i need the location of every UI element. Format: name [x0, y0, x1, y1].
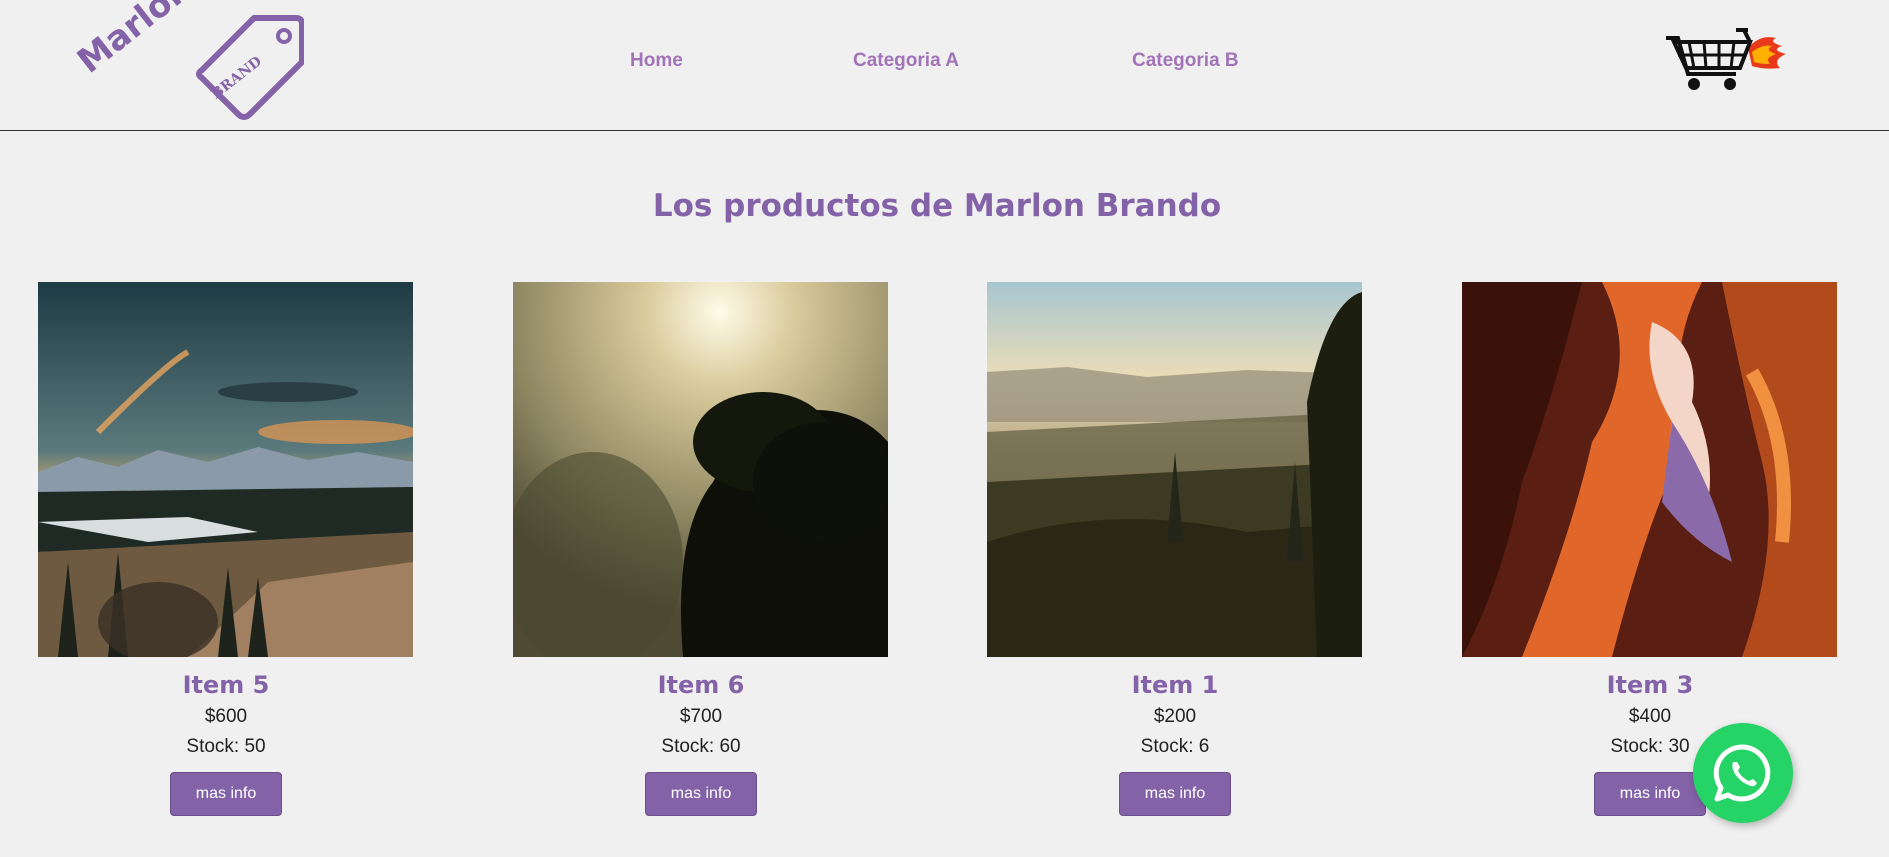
cart-with-flames-icon[interactable] [1664, 24, 1790, 94]
product-title: Item 6 [657, 671, 745, 699]
page-title: Los productos de Marlon Brando [652, 188, 1222, 224]
more-info-button[interactable]: mas info [1594, 772, 1706, 816]
product-title: Item 5 [182, 671, 270, 699]
product-card: Item 1 $200 Stock: 6 mas info [987, 282, 1363, 816]
nav-categoria-a[interactable]: Categoria A [853, 50, 959, 72]
product-price: $200 [1153, 706, 1197, 727]
product-image [513, 282, 888, 657]
product-title: Item 3 [1606, 671, 1694, 699]
brand-logo[interactable]: Marlon BRAND [34, 0, 304, 120]
product-price: $700 [679, 706, 723, 727]
product-price: $600 [204, 706, 248, 727]
product-stock: Stock: 50 [186, 736, 266, 757]
product-stock: Stock: 60 [661, 736, 741, 757]
product-card: Item 6 $700 Stock: 60 mas info [513, 282, 889, 816]
product-stock: Stock: 6 [1140, 736, 1210, 757]
product-image [987, 282, 1362, 657]
more-info-button[interactable]: mas info [1119, 772, 1231, 816]
product-image [1462, 282, 1837, 657]
site-header: Marlon BRAND Home Categoria A Categoria … [0, 0, 1889, 131]
logo-word: Marlon [70, 0, 200, 82]
more-info-button[interactable]: mas info [645, 772, 757, 816]
nav-home[interactable]: Home [630, 50, 683, 72]
product-card: Item 5 $600 Stock: 50 mas info [38, 282, 414, 816]
nav-categoria-b[interactable]: Categoria B [1132, 50, 1239, 72]
whatsapp-button[interactable] [1693, 723, 1793, 823]
product-title: Item 1 [1131, 671, 1219, 699]
more-info-button[interactable]: mas info [170, 772, 282, 816]
whatsapp-icon [1713, 744, 1771, 802]
product-image [38, 282, 413, 657]
